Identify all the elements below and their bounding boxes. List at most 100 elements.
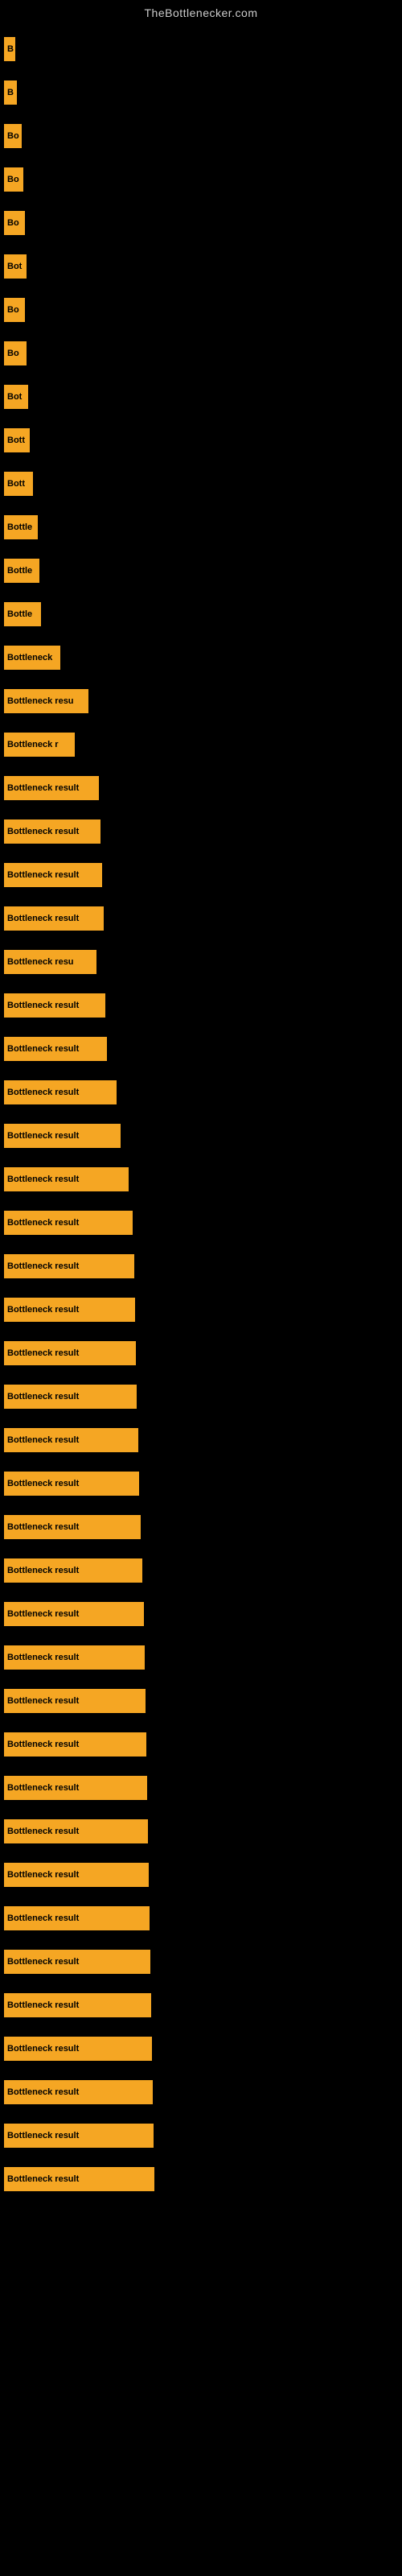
bar-6: Bot bbox=[4, 254, 27, 279]
bar-1: B bbox=[4, 37, 15, 61]
bar-label-48: Bottleneck result bbox=[7, 2087, 79, 2097]
bar-label-41: Bottleneck result bbox=[7, 1783, 79, 1793]
bar-row: Bottleneck resu bbox=[4, 943, 402, 985]
bar-row: Bott bbox=[4, 422, 402, 464]
bar-label-42: Bottleneck result bbox=[7, 1827, 79, 1836]
bar-row: Bottleneck result bbox=[4, 900, 402, 942]
bar-label-28: Bottleneck result bbox=[7, 1218, 79, 1228]
bar-row: Bottle bbox=[4, 552, 402, 594]
bar-50: Bottleneck result bbox=[4, 2167, 154, 2191]
bar-row: Bo bbox=[4, 335, 402, 377]
bar-45: Bottleneck result bbox=[4, 1950, 150, 1974]
bar-9: Bot bbox=[4, 385, 28, 409]
bar-21: Bottleneck result bbox=[4, 906, 104, 931]
bar-row: Bottleneck result bbox=[4, 2030, 402, 2072]
bar-row: Bottleneck result bbox=[4, 1117, 402, 1159]
site-title: TheBottlenecker.com bbox=[0, 0, 402, 23]
bar-row: Bottleneck result bbox=[4, 987, 402, 1029]
bar-43: Bottleneck result bbox=[4, 1863, 149, 1887]
bar-47: Bottleneck result bbox=[4, 2037, 152, 2061]
bar-4: Bo bbox=[4, 167, 23, 192]
bar-label-7: Bo bbox=[7, 305, 19, 315]
bar-row: Bottleneck result bbox=[4, 1335, 402, 1377]
bar-label-33: Bottleneck result bbox=[7, 1435, 79, 1445]
bar-row: Bottleneck result bbox=[4, 813, 402, 855]
bar-label-3: Bo bbox=[7, 131, 19, 141]
bar-label-46: Bottleneck result bbox=[7, 2000, 79, 2010]
bar-23: Bottleneck result bbox=[4, 993, 105, 1018]
bar-label-44: Bottleneck result bbox=[7, 1913, 79, 1923]
bar-row: Bottleneck result bbox=[4, 2117, 402, 2159]
bar-row: Bottleneck r bbox=[4, 726, 402, 768]
bar-27: Bottleneck result bbox=[4, 1167, 129, 1191]
bar-20: Bottleneck result bbox=[4, 863, 102, 887]
bar-label-2: B bbox=[7, 88, 14, 97]
bar-label-39: Bottleneck result bbox=[7, 1696, 79, 1706]
bar-row: Bottleneck result bbox=[4, 770, 402, 811]
bar-label-6: Bot bbox=[7, 262, 22, 271]
bar-3: Bo bbox=[4, 124, 22, 148]
bar-8: Bo bbox=[4, 341, 27, 365]
bar-label-36: Bottleneck result bbox=[7, 1566, 79, 1575]
bar-label-10: Bott bbox=[7, 436, 25, 445]
bar-row: Bottleneck result bbox=[4, 1465, 402, 1507]
bar-row: Bottleneck result bbox=[4, 1291, 402, 1333]
bar-label-14: Bottle bbox=[7, 609, 32, 619]
bar-38: Bottleneck result bbox=[4, 1645, 145, 1670]
bar-label-29: Bottleneck result bbox=[7, 1261, 79, 1271]
bar-row: Bottle bbox=[4, 596, 402, 638]
bar-row: Bottleneck result bbox=[4, 857, 402, 898]
bar-row: Bottleneck bbox=[4, 639, 402, 681]
bar-14: Bottle bbox=[4, 602, 41, 626]
bar-row: Bot bbox=[4, 248, 402, 290]
bar-row: Bottleneck result bbox=[4, 1769, 402, 1811]
bar-label-24: Bottleneck result bbox=[7, 1044, 79, 1054]
bar-label-16: Bottleneck resu bbox=[7, 696, 74, 706]
bar-25: Bottleneck result bbox=[4, 1080, 117, 1104]
bar-12: Bottle bbox=[4, 515, 38, 539]
bar-label-9: Bot bbox=[7, 392, 22, 402]
bar-row: Bottleneck result bbox=[4, 1378, 402, 1420]
bar-row: Bottleneck result bbox=[4, 1074, 402, 1116]
bar-19: Bottleneck result bbox=[4, 819, 100, 844]
bar-row: Bottleneck result bbox=[4, 1813, 402, 1855]
bar-37: Bottleneck result bbox=[4, 1602, 144, 1626]
bar-35: Bottleneck result bbox=[4, 1515, 141, 1539]
bar-label-47: Bottleneck result bbox=[7, 2044, 79, 2054]
bar-label-45: Bottleneck result bbox=[7, 1957, 79, 1967]
bar-row: Bottleneck result bbox=[4, 1509, 402, 1550]
bar-label-25: Bottleneck result bbox=[7, 1088, 79, 1097]
bar-49: Bottleneck result bbox=[4, 2124, 154, 2148]
bar-10: Bott bbox=[4, 428, 30, 452]
bar-row: B bbox=[4, 74, 402, 116]
bar-row: Bottleneck result bbox=[4, 1987, 402, 2029]
bar-row: Bottleneck result bbox=[4, 1030, 402, 1072]
bar-row: Bottleneck result bbox=[4, 1639, 402, 1681]
bar-label-20: Bottleneck result bbox=[7, 870, 79, 880]
bar-label-50: Bottleneck result bbox=[7, 2174, 79, 2184]
bar-label-21: Bottleneck result bbox=[7, 914, 79, 923]
bar-label-22: Bottleneck resu bbox=[7, 957, 74, 967]
bar-label-34: Bottleneck result bbox=[7, 1479, 79, 1488]
bar-row: Bottleneck resu bbox=[4, 683, 402, 724]
bar-29: Bottleneck result bbox=[4, 1254, 134, 1278]
bar-label-27: Bottleneck result bbox=[7, 1174, 79, 1184]
bar-17: Bottleneck r bbox=[4, 733, 75, 757]
bar-label-18: Bottleneck result bbox=[7, 783, 79, 793]
bar-15: Bottleneck bbox=[4, 646, 60, 670]
bar-2: B bbox=[4, 80, 17, 105]
bar-row: Bo bbox=[4, 291, 402, 333]
bar-row: Bottleneck result bbox=[4, 2161, 402, 2202]
bar-label-13: Bottle bbox=[7, 566, 32, 576]
bar-label-1: B bbox=[7, 44, 14, 54]
bar-row: Bottleneck result bbox=[4, 2074, 402, 2116]
bar-18: Bottleneck result bbox=[4, 776, 99, 800]
bar-46: Bottleneck result bbox=[4, 1993, 151, 2017]
bar-7: Bo bbox=[4, 298, 25, 322]
bar-label-38: Bottleneck result bbox=[7, 1653, 79, 1662]
bar-label-40: Bottleneck result bbox=[7, 1740, 79, 1749]
bar-row: Bottle bbox=[4, 509, 402, 551]
bar-row: Bo bbox=[4, 204, 402, 246]
bar-label-26: Bottleneck result bbox=[7, 1131, 79, 1141]
bar-36: Bottleneck result bbox=[4, 1558, 142, 1583]
